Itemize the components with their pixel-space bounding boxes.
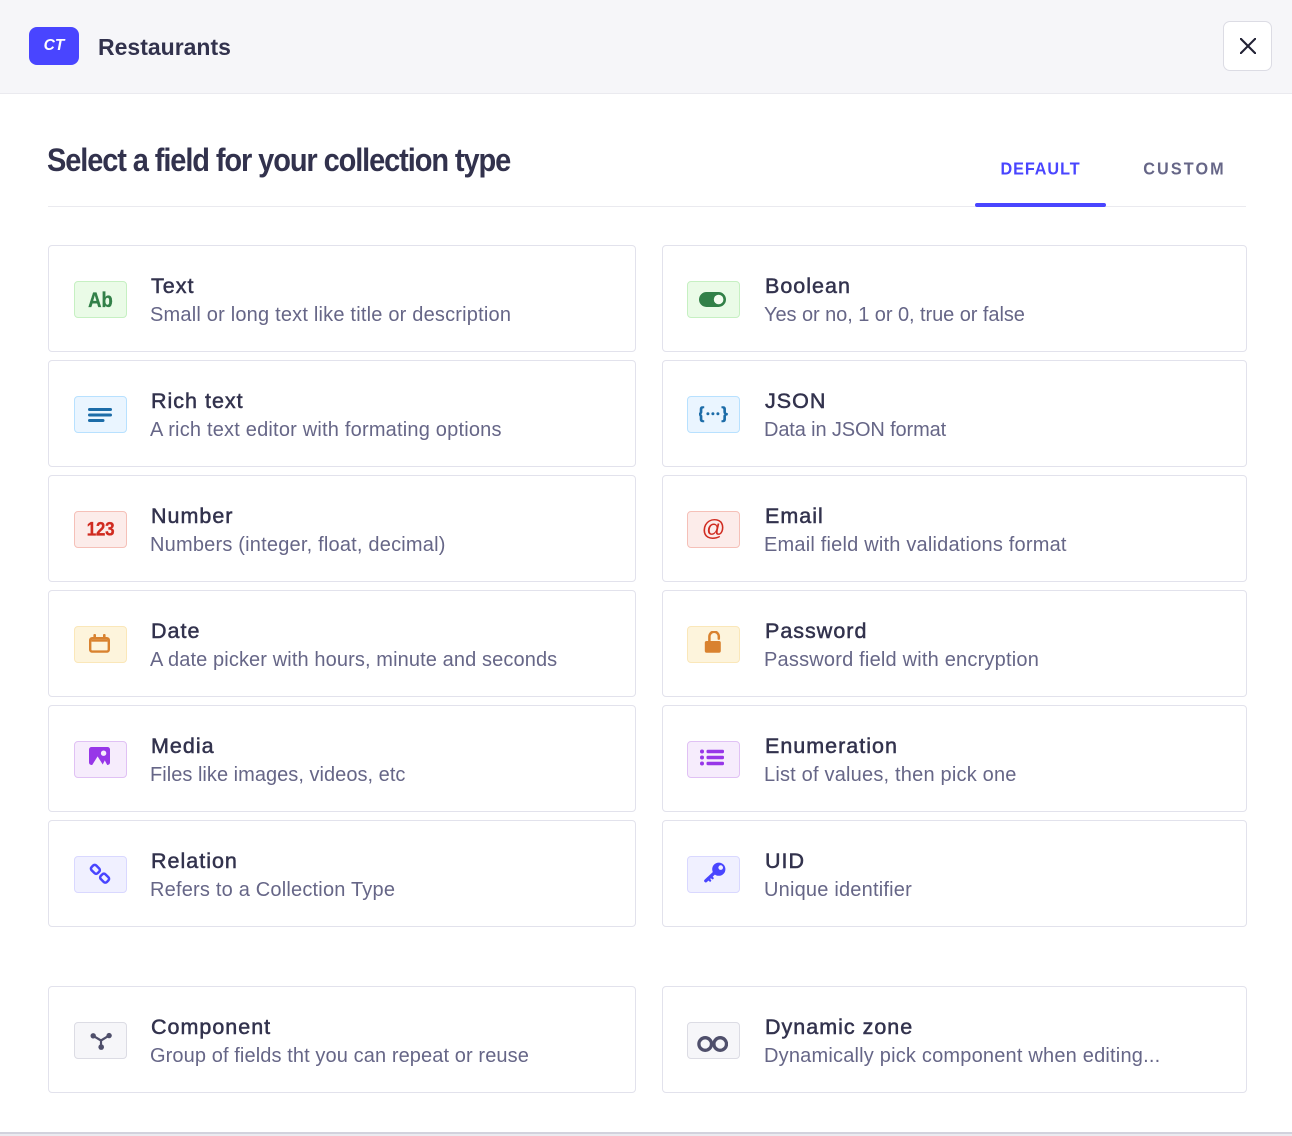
svg-text:{: {	[699, 405, 705, 423]
svg-text:}: }	[721, 405, 728, 423]
